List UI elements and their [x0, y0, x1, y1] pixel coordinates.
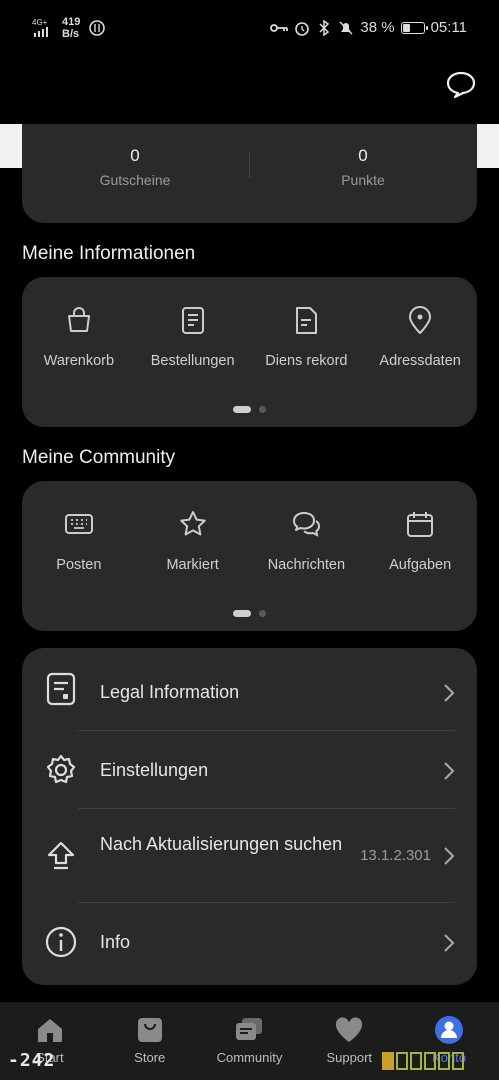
grid-item-bestellungen[interactable]: Bestellungen [136, 305, 250, 369]
battery-icon [400, 21, 428, 34]
page-indicator [22, 610, 477, 617]
list-item-updates[interactable]: Nach Aktualisierungen suchen 13.1.2.301 [22, 809, 477, 902]
grid-item-label: Nachrichten [267, 557, 346, 573]
location-pin-icon [409, 306, 432, 335]
info-card: Warenkorb Bestellungen Diens rekord Adre… [22, 277, 477, 427]
home-icon [37, 1019, 62, 1042]
order-list-icon [181, 307, 204, 334]
alarm-icon [295, 21, 310, 36]
grid-item-label: Posten [56, 557, 102, 573]
overlay-counter: -242 [8, 1050, 56, 1071]
chevron-right-icon [444, 684, 455, 702]
section-title-info: Meine Informationen [22, 243, 196, 264]
overlay-indicator [382, 1052, 464, 1070]
chevron-right-icon [444, 847, 455, 865]
version-value: 13.1.2.301 [360, 847, 431, 864]
stat-label: Punkte [341, 172, 385, 188]
chat-bubbles-icon [293, 512, 321, 537]
profile-icon [435, 1016, 464, 1044]
grid-item-label: Diens rekord [265, 353, 348, 369]
list-item-info[interactable]: Info [22, 903, 477, 985]
bluetooth-icon [319, 19, 330, 36]
list-item-legal-information[interactable]: Legal Information [22, 648, 477, 730]
speed-value: 419 [62, 16, 81, 28]
divider [249, 152, 250, 178]
network-speed: 419 B/s [62, 16, 80, 40]
calendar-icon [407, 512, 434, 537]
bag-icon [67, 307, 90, 332]
message-icon[interactable] [445, 70, 477, 100]
stat-value: 0 [130, 146, 140, 165]
info-icon [45, 926, 77, 958]
battery-percent: 38 % [360, 19, 395, 36]
status-bar: 4G+ 419 B/s 38 % 05:11 [0, 0, 499, 56]
list-item-einstellungen[interactable]: Einstellungen [22, 731, 477, 809]
stats-card: 0 Gutscheine 0 Punkte [22, 124, 477, 223]
stat-value: 0 [358, 146, 368, 165]
settings-list: Legal Information Einstellungen Nach Akt… [22, 648, 477, 985]
tab-community[interactable]: Community [200, 1002, 300, 1080]
community-icon [236, 1018, 263, 1040]
keyboard-icon [64, 514, 93, 534]
update-arrow-icon [47, 841, 75, 870]
grid-item-label: Adressdaten [379, 353, 461, 369]
tab-store[interactable]: Store [100, 1002, 200, 1080]
stat-label: Gutscheine [99, 172, 171, 188]
shopping-bag-icon [137, 1018, 162, 1042]
grid-item-label: Aufgaben [389, 557, 452, 573]
clock: 05:11 [430, 19, 467, 36]
legal-doc-icon [46, 672, 76, 706]
chevron-right-icon [444, 934, 455, 952]
heart-icon [336, 1017, 363, 1042]
grid-item-nachrichten[interactable]: Nachrichten [250, 509, 364, 573]
speed-unit: B/s [62, 28, 80, 40]
network-indicator: 4G+ [32, 18, 54, 39]
grid-item-label: Bestellungen [150, 353, 235, 369]
grid-item-label: Markiert [166, 557, 219, 573]
grid-item-adressdaten[interactable]: Adressdaten [363, 305, 477, 369]
tab-label: Community [216, 1050, 283, 1065]
community-card: Posten Markiert Nachrichten Aufgaben [22, 481, 477, 631]
mute-icon [339, 20, 353, 35]
grid-item-diens-rekord[interactable]: Diens rekord [250, 305, 364, 369]
grid-item-label: Warenkorb [43, 353, 115, 369]
grid-item-aufgaben[interactable]: Aufgaben [363, 509, 477, 573]
section-title-community: Meine Community [22, 447, 176, 468]
stat-punkte[interactable]: 0 Punkte [263, 146, 463, 188]
list-item-label: Info [100, 932, 131, 952]
gear-icon [46, 754, 76, 784]
network-type: 4G+ [32, 17, 48, 27]
chevron-right-icon [444, 762, 455, 780]
data-saver-icon [89, 20, 106, 36]
page-indicator [22, 406, 477, 413]
grid-item-posten[interactable]: Posten [22, 509, 136, 573]
list-item-label: Legal Information [100, 682, 240, 702]
stat-gutscheine[interactable]: 0 Gutscheine [35, 146, 235, 188]
grid-item-markiert[interactable]: Markiert [136, 509, 250, 573]
grid-item-warenkorb[interactable]: Warenkorb [22, 305, 136, 369]
document-icon [296, 307, 318, 334]
signal-icon [34, 26, 48, 37]
star-icon [179, 511, 206, 536]
list-item-label: Einstellungen [100, 760, 209, 780]
key-icon [270, 23, 289, 32]
tab-label: Store [134, 1050, 166, 1065]
list-item-label: Nach Aktualisierungen suchen [100, 834, 343, 854]
